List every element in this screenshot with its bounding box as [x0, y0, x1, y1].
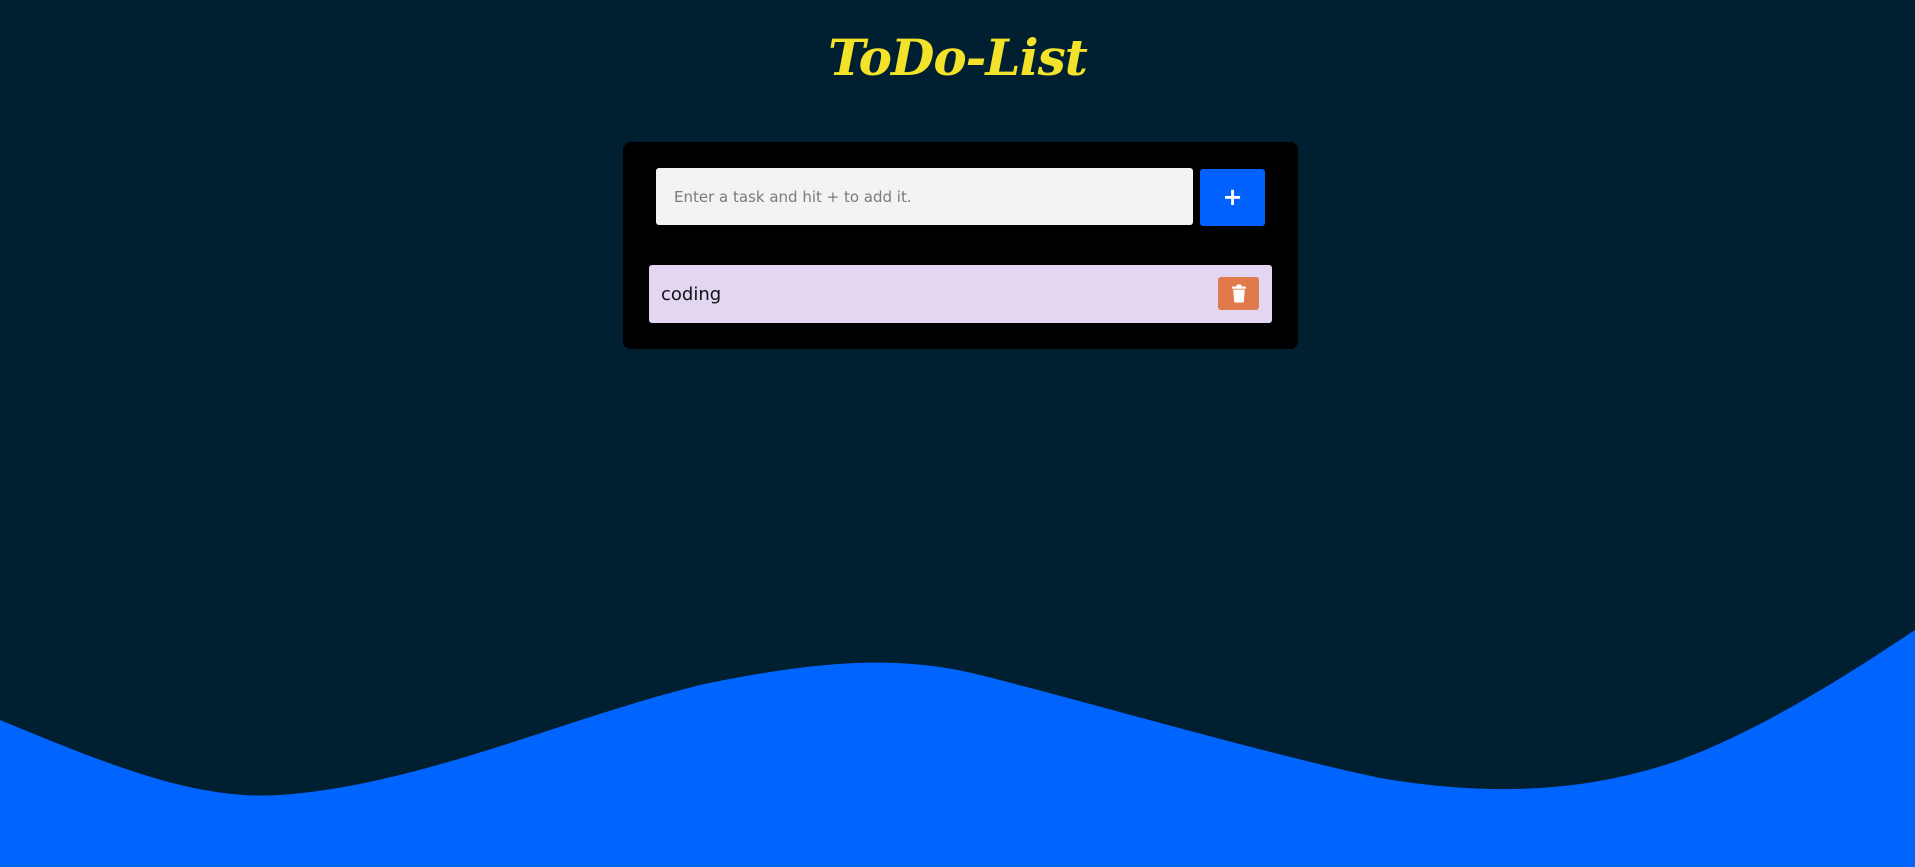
task-list: coding: [649, 265, 1272, 323]
task-input[interactable]: [656, 168, 1193, 225]
trash-icon: [1231, 284, 1246, 303]
task-form: +: [656, 168, 1266, 226]
delete-task-button[interactable]: [1218, 277, 1259, 310]
task-text: coding: [661, 283, 722, 305]
page-title: ToDo-List: [828, 28, 1088, 87]
todo-card: + coding: [623, 142, 1298, 349]
task-item: coding: [649, 265, 1272, 323]
background-wave: [0, 630, 1915, 867]
page: ToDo-List + coding: [0, 0, 1915, 867]
add-task-button[interactable]: +: [1200, 169, 1265, 226]
